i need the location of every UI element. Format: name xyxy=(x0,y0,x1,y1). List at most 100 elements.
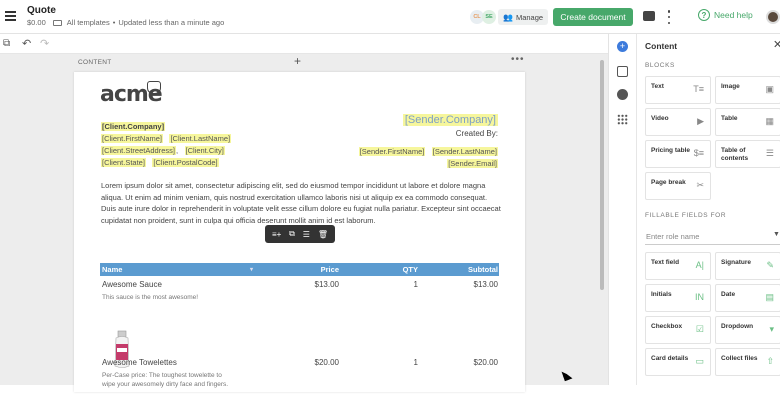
blocks-label: BLOCKS xyxy=(645,62,675,69)
content-section-label: CONTENT xyxy=(78,59,112,66)
editor-toolbar: ⧉ ↶ ↷ xyxy=(0,34,608,54)
document-title[interactable]: Quote xyxy=(27,5,56,16)
manage-button[interactable]: 👥 Manage xyxy=(498,9,549,25)
item-description: This sauce is the most awesome! xyxy=(102,294,199,301)
col-name-dropdown-icon[interactable]: ▾ xyxy=(250,266,253,273)
document-price: $0.00 xyxy=(27,18,46,27)
section-more-icon[interactable]: ••• xyxy=(511,54,525,65)
user-avatar[interactable] xyxy=(766,10,780,24)
upload-icon: ⇧ xyxy=(766,356,774,366)
folder-icon xyxy=(52,19,62,26)
breadcrumb-templates[interactable]: All templates xyxy=(67,18,110,27)
chevron-down-icon[interactable]: ▼ xyxy=(773,231,780,238)
add-block-icon[interactable]: + xyxy=(294,54,301,68)
pricing-table[interactable]: Name ▾ Price QTY Subtotal Awesome Sauce … xyxy=(100,263,499,394)
insert-row-icon[interactable]: ≡+ xyxy=(272,230,281,239)
client-state-row: [Client.State] [Client.PostalCode] xyxy=(101,152,219,170)
role-name-input[interactable]: Enter role name xyxy=(645,231,780,245)
sender-email-field[interactable]: [Sender.Email] xyxy=(447,159,498,168)
redo-icon[interactable]: ↷ xyxy=(40,38,49,50)
avatar-se[interactable]: SE xyxy=(482,10,496,24)
item-price: $13.00 xyxy=(314,280,339,289)
add-content-icon[interactable]: + xyxy=(617,41,628,52)
people-icon: 👥 xyxy=(503,12,513,22)
item-description: Per-Case price: The toughest towelette t… xyxy=(102,372,229,388)
table-row[interactable]: Awesome Towelettes Per-Case price: The t… xyxy=(100,354,499,394)
field-date[interactable]: Date ▤ xyxy=(715,284,780,312)
close-icon[interactable]: ✕ xyxy=(773,38,780,51)
block-table-of-contents[interactable]: Table of contents ☰ xyxy=(715,140,780,168)
block-image[interactable]: Image ▣ xyxy=(715,76,780,104)
pricing-icon: $≡ xyxy=(693,148,704,158)
field-text[interactable]: Text field A| xyxy=(645,252,711,280)
menu-icon[interactable] xyxy=(5,11,16,21)
table-header: Name ▾ Price QTY Subtotal xyxy=(100,263,499,276)
col-price-header[interactable]: Price xyxy=(321,265,339,274)
col-qty-header[interactable]: QTY xyxy=(403,265,418,274)
item-price: $20.00 xyxy=(314,358,339,367)
created-by-label: Created By: xyxy=(455,129,498,138)
duplicate-icon[interactable]: ⧉ xyxy=(289,229,295,239)
block-page-break[interactable]: Page break ✂ xyxy=(645,172,711,200)
dropdown-icon: ▾ xyxy=(769,324,774,334)
text-field-icon: A| xyxy=(695,260,704,270)
field-signature[interactable]: Signature ✎ xyxy=(715,252,780,280)
panel-rail: + xyxy=(609,34,637,385)
text-icon: T≡ xyxy=(693,84,704,94)
block-text[interactable]: Text T≡ xyxy=(645,76,711,104)
undo-icon[interactable]: ↶ xyxy=(22,38,31,50)
document-meta: $0.00 All templates • Updated less than … xyxy=(27,18,225,27)
settings-sliders-icon[interactable]: ☰ xyxy=(303,230,310,239)
field-dropdown[interactable]: Dropdown ▾ xyxy=(715,316,780,344)
owl-logo-icon xyxy=(147,81,161,94)
client-state-field[interactable]: [Client.State] xyxy=(101,158,146,167)
initials-icon: IN xyxy=(695,292,704,302)
delete-icon[interactable]: 🗑 xyxy=(318,230,328,239)
signature-icon: ✎ xyxy=(766,260,774,270)
sender-email-row: [Sender.Email] xyxy=(447,153,498,171)
field-initials[interactable]: Initials IN xyxy=(645,284,711,312)
palette-icon[interactable] xyxy=(617,89,628,100)
image-icon: ▣ xyxy=(765,84,774,94)
item-qty: 1 xyxy=(413,280,418,289)
pages-icon[interactable]: ⧉ xyxy=(3,38,10,50)
chat-icon[interactable] xyxy=(643,11,655,21)
checkbox-icon: ☑ xyxy=(695,324,704,334)
sender-firstname-field[interactable]: [Sender.FirstName] xyxy=(358,147,426,156)
item-name: Awesome Sauce xyxy=(102,280,162,289)
field-card-details[interactable]: Card details ▭ xyxy=(645,348,711,376)
page-break-icon: ✂ xyxy=(696,180,704,190)
block-pricing-table[interactable]: Pricing table $≡ xyxy=(645,140,711,168)
table-row[interactable]: Awesome Sauce This sauce is the most awe… xyxy=(100,276,499,368)
col-name-header[interactable]: Name xyxy=(102,265,122,274)
calendar-icon: ▤ xyxy=(765,292,774,302)
editor-canvas: CONTENT + ••• acme [Client.Company] [Cli… xyxy=(0,54,608,392)
col-subtotal-header[interactable]: Subtotal xyxy=(468,265,498,274)
item-subtotal: $13.00 xyxy=(473,280,498,289)
fillable-fields-label: FILLABLE FIELDS FOR xyxy=(645,212,727,219)
help-button[interactable]: ? Need help xyxy=(698,9,753,21)
field-collect-files[interactable]: Collect files ⇧ xyxy=(715,348,780,376)
scrollbar[interactable] xyxy=(600,60,604,290)
panel-title: Content xyxy=(645,41,678,51)
more-options-icon[interactable] xyxy=(667,10,671,24)
top-bar: Quote $0.00 All templates • Updated less… xyxy=(0,0,780,34)
apps-grid-icon[interactable] xyxy=(617,114,628,125)
toc-icon: ☰ xyxy=(765,148,774,158)
block-video[interactable]: Video ▶ xyxy=(645,108,711,136)
item-subtotal: $20.00 xyxy=(473,358,498,367)
field-checkbox[interactable]: Checkbox ☑ xyxy=(645,316,711,344)
item-name: Awesome Towelettes xyxy=(102,358,177,367)
variables-icon[interactable] xyxy=(617,66,628,77)
document-page[interactable]: acme [Client.Company] [Client.FirstName]… xyxy=(74,72,525,392)
save-status: Updated less than a minute ago xyxy=(118,18,225,27)
create-document-button[interactable]: Create document xyxy=(553,8,633,26)
video-icon: ▶ xyxy=(697,116,704,126)
body-paragraph[interactable]: Lorem ipsum dolor sit amet, consectetur … xyxy=(101,180,501,226)
help-icon: ? xyxy=(698,9,710,21)
table-icon: ▦ xyxy=(765,116,774,126)
block-table[interactable]: Table ▦ xyxy=(715,108,780,136)
collaborator-avatars[interactable]: CL SE xyxy=(470,10,496,24)
client-postal-field[interactable]: [Client.PostalCode] xyxy=(152,158,219,167)
sender-company-field[interactable]: [Sender.Company] xyxy=(402,114,498,126)
